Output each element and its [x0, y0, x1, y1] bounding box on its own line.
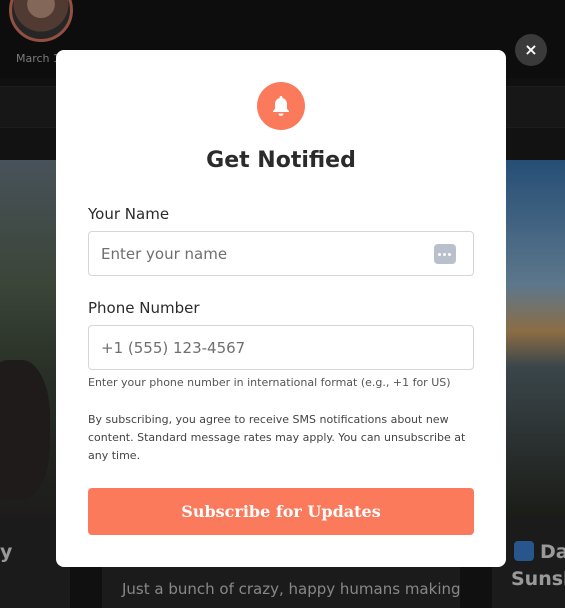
name-label: Your Name: [88, 205, 170, 223]
password-autofill-icon[interactable]: [434, 244, 456, 264]
subscribe-modal: Get Notified Your Name Phone Number Ente…: [56, 50, 506, 567]
name-field[interactable]: [88, 231, 474, 276]
name-input[interactable]: [89, 232, 473, 275]
bell-icon: [257, 82, 305, 130]
subscribe-button[interactable]: Subscribe for Updates: [88, 488, 474, 535]
phone-label: Phone Number: [88, 299, 200, 317]
phone-format-hint: Enter your phone number in international…: [88, 376, 451, 389]
close-modal-button[interactable]: ×: [515, 34, 547, 66]
phone-field[interactable]: [88, 325, 474, 370]
modal-title: Get Notified: [206, 148, 356, 173]
phone-input[interactable]: [89, 326, 473, 369]
sms-consent-text: By subscribing, you agree to receive SMS…: [88, 413, 466, 462]
